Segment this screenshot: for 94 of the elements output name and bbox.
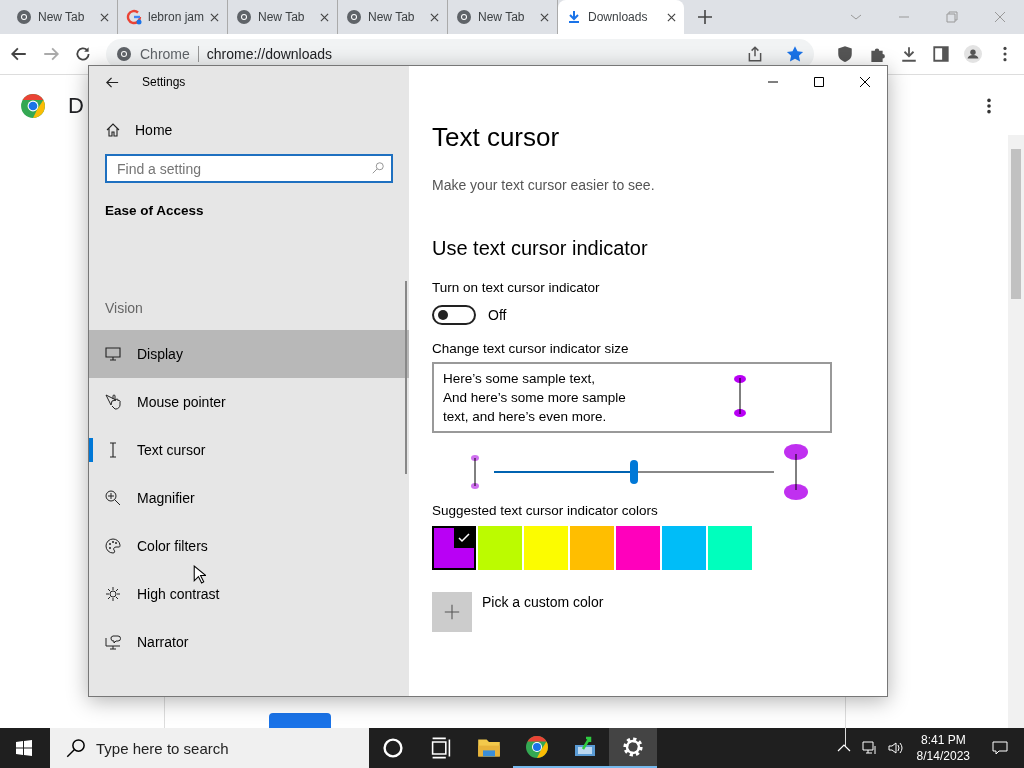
page-title: Text cursor xyxy=(432,122,561,153)
notification-icon[interactable] xyxy=(992,740,1008,756)
close-icon[interactable] xyxy=(100,12,109,22)
nav-item[interactable]: Color filters xyxy=(89,522,409,570)
mouse-cursor-icon xyxy=(193,565,206,584)
custom-color-label: Pick a custom color xyxy=(482,594,604,610)
color-swatch[interactable] xyxy=(478,526,522,570)
task-view-icon xyxy=(429,736,453,760)
search-field[interactable]: Find a setting xyxy=(105,154,393,183)
color-swatch[interactable] xyxy=(570,526,614,570)
window-title: Settings xyxy=(142,75,186,89)
close-icon[interactable] xyxy=(320,12,330,22)
group-label: Vision xyxy=(104,300,144,316)
color-swatch[interactable] xyxy=(708,526,752,570)
share-icon[interactable] xyxy=(746,45,764,63)
taskbar-search-field[interactable]: Type here to search xyxy=(50,728,369,768)
nav-item[interactable]: Mouse pointer xyxy=(89,378,409,426)
home-icon xyxy=(105,122,121,138)
page-heading: D xyxy=(68,93,84,119)
back-icon[interactable] xyxy=(10,45,28,63)
gear-icon xyxy=(621,735,645,759)
nav-item[interactable]: Magnifier xyxy=(89,474,409,522)
toggle-switch[interactable] xyxy=(432,305,476,325)
section-heading: Use text cursor indicator xyxy=(432,237,649,260)
color-swatch[interactable] xyxy=(524,526,568,570)
site-label: Chrome xyxy=(140,46,190,62)
download-icon[interactable] xyxy=(900,45,918,63)
clock-time[interactable]: 8:41 PM xyxy=(920,732,966,748)
add-color-button[interactable] xyxy=(432,592,472,632)
browser-tab[interactable]: New Tab xyxy=(338,0,449,34)
large-cursor-icon xyxy=(782,444,810,500)
browser-tab[interactable]: New Tab xyxy=(228,0,339,34)
color-swatch[interactable] xyxy=(432,526,476,570)
chrome-icon xyxy=(456,9,473,25)
browser-tab[interactable]: New Tab xyxy=(8,0,118,34)
close-icon[interactable] xyxy=(859,76,871,88)
plus-icon xyxy=(443,603,461,621)
nav-item[interactable]: High contrast xyxy=(89,570,409,618)
toggle-label: Turn on text cursor indicator xyxy=(432,280,601,295)
sample-text-line: text, and here’s even more. xyxy=(443,408,608,426)
small-cursor-icon xyxy=(470,454,480,490)
taskbar-app[interactable] xyxy=(609,728,657,768)
sun-icon xyxy=(105,586,121,602)
chrome-icon xyxy=(236,9,253,25)
chrome-icon xyxy=(346,9,363,25)
network-icon[interactable] xyxy=(861,740,878,756)
nav-item[interactable]: Display xyxy=(89,330,409,378)
monitor-arrow-icon xyxy=(573,735,597,759)
circle-icon xyxy=(381,736,405,760)
profile-icon[interactable] xyxy=(964,45,982,63)
home-link[interactable]: Home xyxy=(89,106,409,154)
sample-text-line: Here’s some sample text, xyxy=(443,370,597,388)
close-icon[interactable] xyxy=(540,12,550,22)
nav-item[interactable]: Text cursor xyxy=(89,426,409,474)
windows-start-icon[interactable] xyxy=(16,740,32,756)
nav-item[interactable]: Narrator xyxy=(89,618,409,666)
close-icon[interactable] xyxy=(667,12,677,22)
zoom-in-icon xyxy=(105,490,121,506)
slider-thumb[interactable] xyxy=(630,460,638,484)
new-tab-icon[interactable] xyxy=(698,10,713,24)
google-icon xyxy=(126,9,142,25)
size-label: Change text cursor indicator size xyxy=(432,341,630,356)
chrome-icon xyxy=(525,735,549,759)
browser-tab[interactable]: Downloads xyxy=(558,0,685,34)
chrome-icon xyxy=(16,9,32,25)
colors-label: Suggested text cursor indicator colors xyxy=(432,503,659,518)
search-icon xyxy=(371,161,385,175)
clock-date[interactable]: 8/14/2023 xyxy=(916,748,970,764)
chrome-logo-icon xyxy=(20,93,46,119)
search-icon xyxy=(66,738,86,758)
narrator-icon xyxy=(105,634,121,650)
monitor-icon xyxy=(105,346,121,362)
scrollbar[interactable] xyxy=(1008,135,1024,728)
palette-icon xyxy=(105,538,121,554)
checkmark-icon xyxy=(454,528,474,548)
close-icon[interactable] xyxy=(210,12,220,22)
description: Make your text cursor easier to see. xyxy=(432,177,656,193)
speaker-icon[interactable] xyxy=(887,740,904,756)
star-icon[interactable] xyxy=(786,45,804,63)
toggle-state: Off xyxy=(488,307,507,323)
sample-text-line: And here’s some more sample xyxy=(443,389,627,407)
hand-pointer-icon xyxy=(105,394,121,410)
maximize-icon[interactable] xyxy=(813,76,825,88)
close-icon[interactable] xyxy=(430,12,440,22)
color-swatch[interactable] xyxy=(616,526,660,570)
shield-icon[interactable] xyxy=(836,45,854,63)
section-title: Ease of Access xyxy=(104,203,205,218)
reload-icon[interactable] xyxy=(74,45,92,63)
color-swatch[interactable] xyxy=(662,526,706,570)
chrome-icon xyxy=(116,46,132,62)
browser-tab[interactable]: lebron jam xyxy=(118,0,229,34)
url-text: chrome://downloads xyxy=(206,46,333,62)
side-panel-icon[interactable] xyxy=(932,45,950,63)
cursor-indicator-icon xyxy=(734,374,746,418)
